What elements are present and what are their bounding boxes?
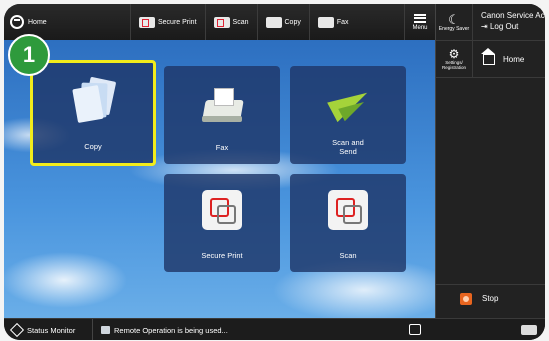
copy-icon: [72, 76, 117, 125]
fax-tile[interactable]: Fax: [164, 66, 280, 164]
logout-button[interactable]: ⇥ Log Out: [481, 21, 545, 32]
device-screen: Home Secure Print Scan Copy Fax Menu Cop…: [4, 4, 545, 340]
secure-print-icon: [202, 190, 242, 230]
copy-tile[interactable]: Copy: [30, 60, 156, 166]
remote-operation-icon: [101, 326, 110, 334]
account-area: Canon Service Acco ⇥ Log Out: [473, 4, 545, 40]
stop-button[interactable]: Stop: [436, 284, 545, 312]
scan-and-send-tile[interactable]: Scan and Send: [290, 66, 406, 164]
scan-tile[interactable]: Scan: [290, 174, 406, 272]
status-monitor-label: Status Monitor: [27, 325, 76, 335]
secure-print-tile[interactable]: Secure Print: [164, 174, 280, 272]
settings-registration-button[interactable]: ⚙ Settings/ Registration: [436, 41, 473, 77]
menu-button[interactable]: Menu: [404, 4, 435, 40]
stop-label: Stop: [482, 294, 499, 303]
fax-icon: [200, 86, 244, 126]
home-label: Home: [28, 18, 47, 26]
status-message-text: Remote Operation is being used...: [114, 325, 228, 335]
moon-icon: ☾: [448, 11, 460, 27]
logout-label: Log Out: [489, 22, 519, 31]
fax-icon: [317, 16, 334, 28]
status-bar: Status Monitor Remote Operation is being…: [4, 318, 545, 340]
status-monitor-icon: [9, 322, 25, 338]
hamburger-icon: [414, 13, 426, 23]
settings-label: Settings/ Registration: [441, 60, 466, 70]
step-number-badge: 1: [8, 34, 50, 76]
right-panel: ☾ Energy Saver Canon Service Acco ⇥ Log …: [435, 4, 545, 340]
copy-icon: [265, 16, 282, 28]
copy-label: Copy: [84, 142, 102, 151]
scan-icon: [328, 190, 368, 230]
shortcut-secure-print[interactable]: Secure Print: [130, 4, 205, 40]
home-icon: [481, 47, 495, 65]
network-icon[interactable]: [409, 324, 421, 335]
home-screen: Copy Fax Scan and Send Secure Print Scan: [4, 40, 435, 318]
secure-print-label: Secure Print: [201, 251, 243, 260]
status-monitor-button[interactable]: Status Monitor: [4, 322, 92, 338]
shortcut-copy[interactable]: Copy: [256, 4, 309, 40]
shortcut-label: Fax: [336, 18, 349, 26]
secure-print-icon: [139, 16, 155, 28]
account-name: Canon Service Acco: [481, 11, 545, 20]
scan-and-send-label: Scan and Send: [332, 138, 364, 156]
home-icon: [10, 15, 24, 29]
fax-label: Fax: [215, 143, 229, 152]
logout-icon: ⇥: [481, 22, 490, 31]
scan-label: Scan: [339, 251, 357, 260]
top-bar: Home Secure Print Scan Copy Fax Menu: [4, 4, 435, 40]
menu-label: Menu: [412, 24, 428, 31]
shortcut-label: Scan: [232, 18, 249, 26]
home-button-label: Home: [503, 54, 525, 64]
home-button[interactable]: Home: [473, 41, 545, 77]
keyboard-icon[interactable]: [521, 325, 537, 335]
scan-icon: [213, 16, 230, 28]
energy-saver-button[interactable]: ☾ Energy Saver: [436, 4, 473, 40]
gear-icon: ⚙: [448, 47, 460, 61]
shortcut-label: Secure Print: [158, 18, 197, 26]
shortcut-scan[interactable]: Scan: [204, 4, 257, 40]
stop-icon: [460, 292, 472, 305]
shortcut-label: Copy: [284, 18, 301, 26]
paper-plane-icon: [327, 82, 373, 126]
energy-saver-label: Energy Saver: [438, 25, 470, 32]
shortcut-fax[interactable]: Fax: [308, 4, 357, 40]
status-message: Remote Operation is being used...: [92, 319, 228, 340]
